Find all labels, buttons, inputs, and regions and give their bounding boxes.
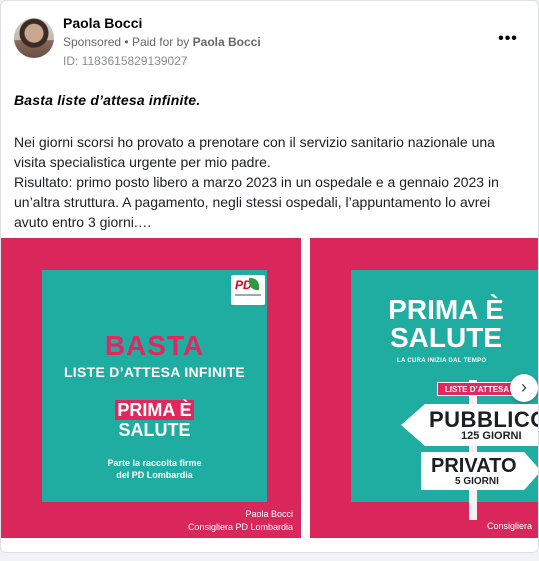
- sponsored-label: Sponsored: [63, 35, 122, 49]
- carousel-slide-1[interactable]: PD BASTA LISTE D’ATTESA INFINITE PRIMA È…: [1, 238, 301, 538]
- basta-heading: BASTA: [104, 330, 205, 361]
- sponsored-meta: Sponsored • Paid for by Paola Bocci: [63, 35, 261, 49]
- meta-separator: •: [124, 35, 129, 49]
- privato-days: 5 GIORNI: [455, 476, 499, 487]
- chevron-right-icon[interactable]: ›: [510, 374, 538, 402]
- post-body: Nei giorni scorsi ho provato a prenotare…: [14, 132, 519, 232]
- author-name[interactable]: Paola Bocci: [63, 15, 142, 31]
- privato-sign: PRIVATO 5 GIORNI: [421, 452, 538, 490]
- headline-end: .: [196, 92, 201, 108]
- pd-logo-caption: [235, 294, 261, 296]
- paid-for-name: Paola Bocci: [192, 35, 261, 49]
- brand-top: PRIMA È: [115, 400, 194, 420]
- body-paragraph-1: Nei giorni scorsi ho provato a prenotare…: [14, 134, 495, 170]
- headline-text: Basta liste d’attesa infinite: [14, 92, 197, 108]
- tagline: LA CURA INIZIA DAL TEMPO: [397, 358, 487, 364]
- pubblico-sign: PUBBLICO 125 GIORNI: [401, 404, 538, 446]
- body-paragraph-2: Risultato: primo posto libero a marzo 20…: [14, 174, 499, 230]
- prima-e-salute-logo-large: PRIMA È SALUTE: [351, 294, 538, 353]
- slide-2-credit: Consigliera: [487, 521, 533, 531]
- liste-sign: LISTE D’ATTESA: [437, 382, 517, 396]
- firme-line-2: del PD Lombardia: [116, 470, 193, 480]
- brand-top-large: PRIMA È: [388, 294, 504, 325]
- firme-text: Parte la raccolta firme del PD Lombardia: [42, 457, 267, 481]
- carousel-slide-2[interactable]: PRIMA È SALUTE LA CURA INIZIA DAL TEMPO …: [310, 238, 538, 538]
- signpost-pole: [469, 380, 477, 520]
- credit-name: Paola Bocci: [245, 509, 293, 519]
- more-options-icon[interactable]: •••: [496, 31, 520, 49]
- pd-logo: PD: [231, 275, 265, 305]
- prima-e-salute-logo: PRIMA È SALUTE: [42, 400, 267, 440]
- slide-1-credit: Paola Bocci Consigliera PD Lombardia: [188, 508, 293, 534]
- image-carousel[interactable]: PD BASTA LISTE D’ATTESA INFINITE PRIMA È…: [1, 238, 538, 538]
- liste-subheading: LISTE D’ATTESA INFINITE: [63, 364, 246, 380]
- slide-1-panel: PD BASTA LISTE D’ATTESA INFINITE PRIMA È…: [42, 270, 267, 502]
- brand-bottom-large: SALUTE: [390, 322, 502, 353]
- ad-post-card: Paola Bocci Sponsored • Paid for by Paol…: [0, 0, 539, 553]
- brand-bottom: SALUTE: [118, 420, 191, 440]
- privato-label: PRIVATO: [431, 455, 517, 477]
- author-avatar[interactable]: [14, 18, 54, 58]
- post-headline: Basta liste d’attesa infinite.: [14, 92, 201, 108]
- firme-line-1: Parte la raccolta firme: [107, 458, 202, 468]
- credit-role: Consigliera PD Lombardia: [187, 522, 293, 532]
- paid-for-prefix: Paid for by: [131, 35, 190, 49]
- pubblico-days: 125 GIORNI: [461, 430, 522, 442]
- ad-id: ID: 1183615829139027: [63, 54, 188, 68]
